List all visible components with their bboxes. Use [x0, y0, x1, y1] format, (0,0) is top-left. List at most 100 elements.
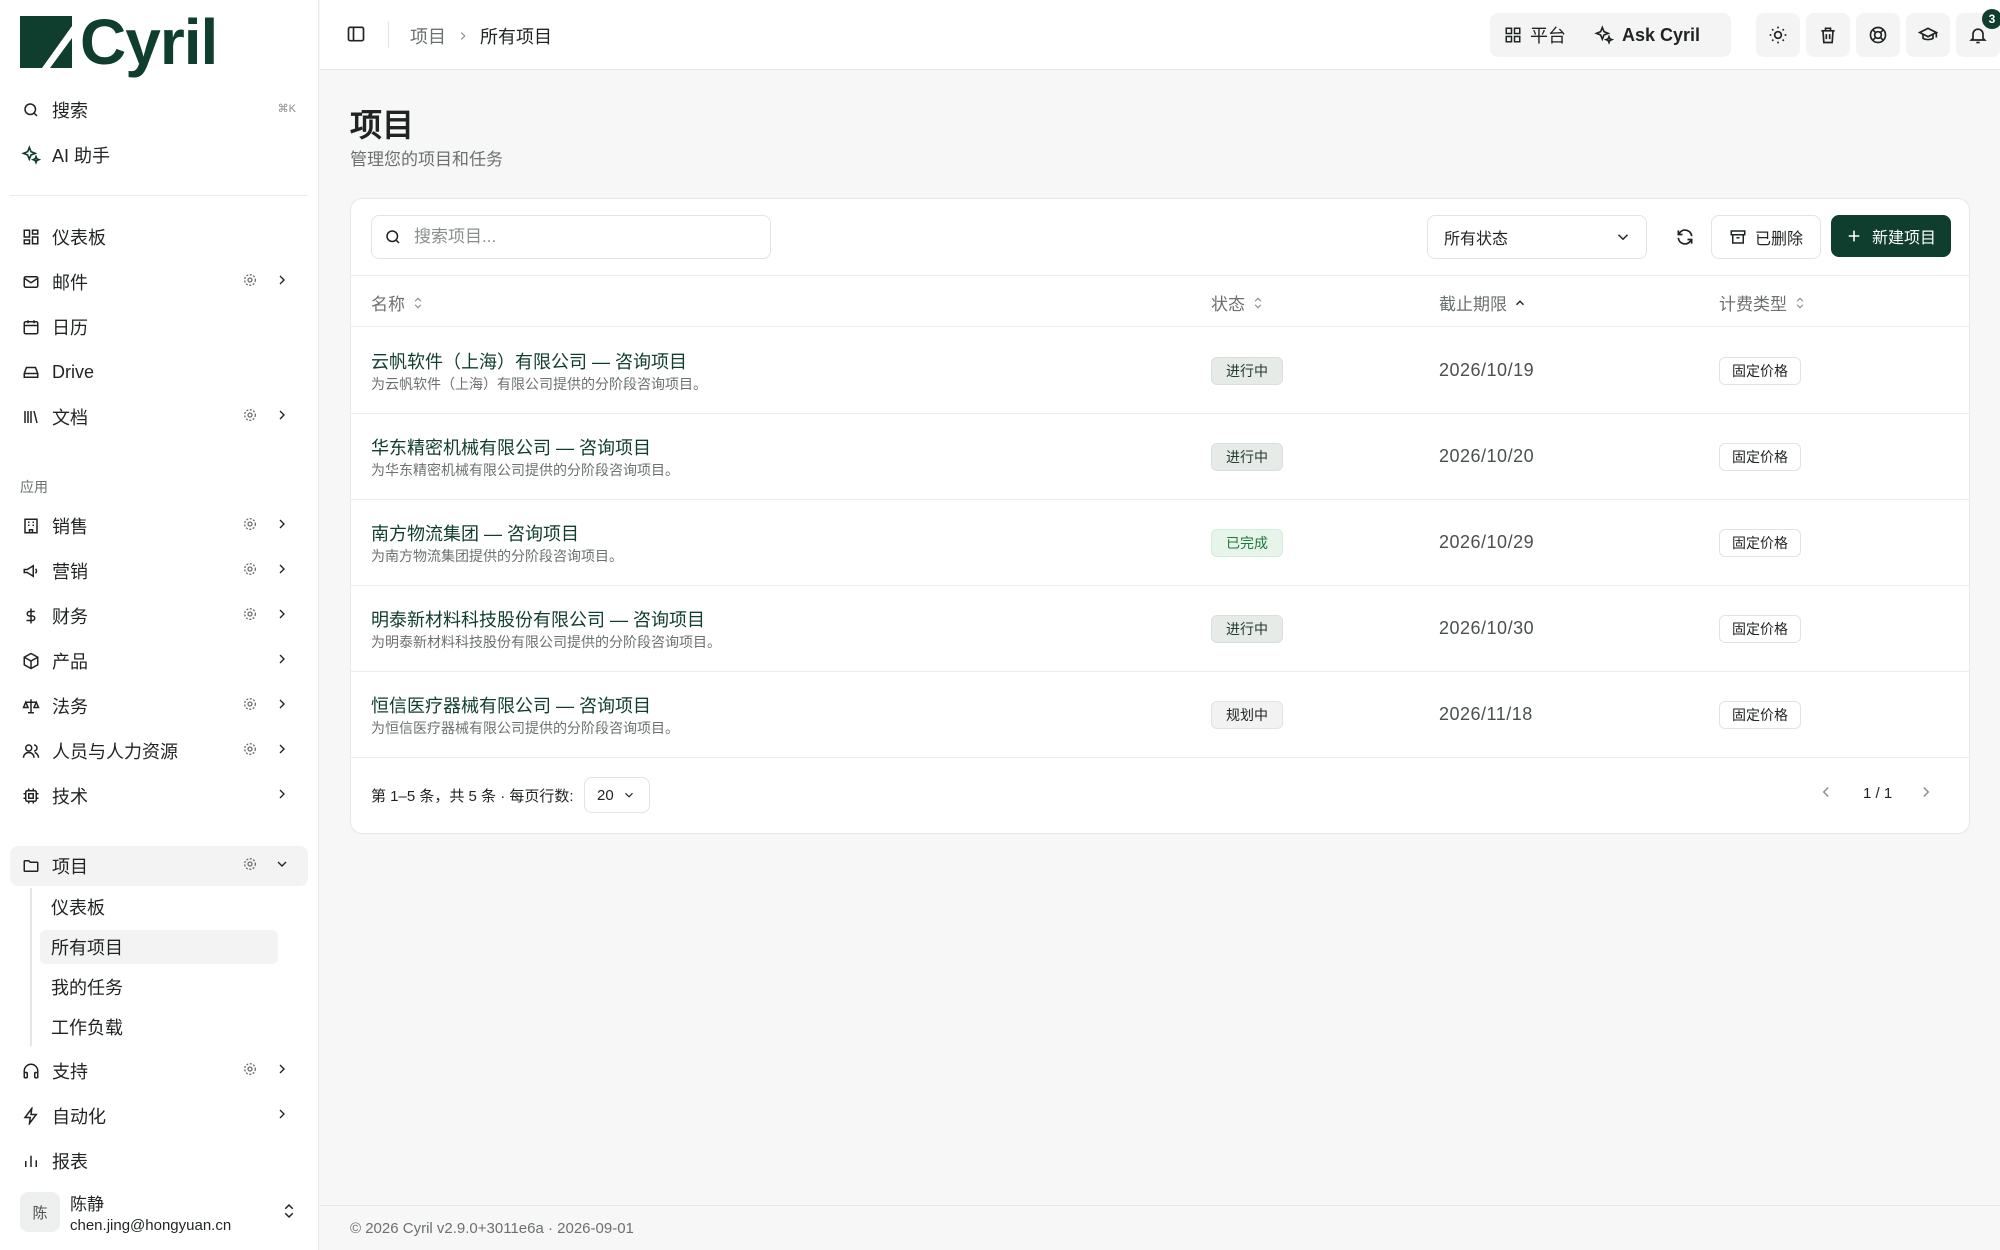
gear-icon[interactable]: [242, 696, 262, 716]
table-row[interactable]: 南方物流集团 — 咨询项目 为南方物流集团提供的分阶段咨询项目。 已完成 202…: [351, 500, 1969, 586]
trash-button[interactable]: [1806, 13, 1850, 57]
ask-cyril-button[interactable]: Ask Cyril: [1580, 13, 1714, 57]
platform-button[interactable]: 平台: [1490, 13, 1580, 57]
breadcrumb-projects[interactable]: 项目: [410, 23, 446, 49]
chevron-right-icon[interactable]: [274, 561, 294, 581]
sidebar-item-calendar[interactable]: 日历: [10, 307, 308, 347]
new-project-button[interactable]: 新建项目: [1831, 215, 1951, 257]
theme-toggle-button[interactable]: [1756, 13, 1800, 57]
gear-icon[interactable]: [242, 741, 262, 761]
sidebar-item-label: 产品: [52, 652, 88, 672]
next-page-button[interactable]: [1917, 783, 1935, 801]
sidebar-search[interactable]: 搜索 ⌘K: [10, 90, 308, 130]
sub-item-projects-dashboard[interactable]: 仪表板: [40, 890, 278, 924]
project-name-link[interactable]: 华东精密机械有限公司 — 咨询项目: [371, 434, 651, 460]
deadline-value: 2026/10/19: [1439, 360, 1535, 380]
sidebar-item-label: 法务: [52, 697, 88, 717]
column-header-name[interactable]: 名称: [371, 290, 425, 315]
sub-item-my-tasks[interactable]: 我的任务: [40, 970, 278, 1004]
chevron-right-icon[interactable]: [274, 272, 294, 292]
sidebar-search-label: 搜索: [52, 101, 88, 121]
sidebar-item-docs[interactable]: 文档: [10, 397, 308, 437]
gear-icon[interactable]: [242, 407, 262, 427]
sidebar-item-product[interactable]: 产品: [10, 641, 308, 681]
sidebar-item-people[interactable]: 人员与人力资源: [10, 731, 308, 771]
chevron-right-icon[interactable]: [274, 696, 294, 716]
chevron-right-icon[interactable]: [274, 407, 294, 427]
sidebar-item-legal[interactable]: 法务: [10, 686, 308, 726]
sidebar-item-marketing[interactable]: 营销: [10, 551, 308, 591]
search-icon: [386, 230, 400, 244]
rows-per-page-select[interactable]: 20: [584, 777, 650, 813]
previous-page-button[interactable]: [1817, 783, 1835, 801]
sidebar-item-label: 营销: [52, 562, 88, 582]
project-search[interactable]: [371, 215, 771, 259]
billing-badge: 固定价格: [1719, 443, 1801, 471]
gear-icon[interactable]: [242, 606, 262, 626]
help-button[interactable]: [1856, 13, 1900, 57]
gear-icon[interactable]: [242, 856, 262, 876]
project-name-link[interactable]: 云帆软件（上海）有限公司 — 咨询项目: [371, 348, 687, 374]
column-header-deadline[interactable]: 截止期限: [1439, 290, 1527, 315]
sidebar-item-tech[interactable]: 技术: [10, 776, 308, 816]
status-badge: 规划中: [1211, 701, 1283, 729]
sidebar-item-automation[interactable]: 自动化: [10, 1096, 308, 1136]
sidebar-toggle-icon[interactable]: [346, 24, 366, 44]
sidebar-item-dashboard[interactable]: 仪表板: [10, 217, 308, 257]
chevron-down-icon[interactable]: [274, 856, 294, 876]
graduation-cap-icon: [1918, 27, 1938, 41]
cyril-logo[interactable]: Cyril: [20, 10, 218, 74]
sidebar-ai-assistant[interactable]: AI 助手: [10, 135, 308, 175]
deleted-button[interactable]: 已删除: [1711, 215, 1821, 259]
projects-card: 所有状态 已删除 新建项目 名称 状态 截止期限 计费类型 云帆软件（上海）有限…: [350, 198, 1970, 834]
sidebar-item-finance[interactable]: 财务: [10, 596, 308, 636]
sidebar-item-mail[interactable]: 邮件: [10, 262, 308, 302]
project-name-link[interactable]: 恒信医疗器械有限公司 — 咨询项目: [371, 692, 651, 718]
sort-icon: [1796, 297, 1804, 308]
learning-button[interactable]: [1906, 13, 1950, 57]
sidebar-item-label: Drive: [52, 361, 95, 382]
chevron-right-icon[interactable]: [274, 741, 294, 761]
refresh-button[interactable]: [1663, 215, 1707, 259]
chevron-right-icon[interactable]: [274, 606, 294, 626]
sort-icon: [414, 297, 422, 308]
sub-item-all-projects[interactable]: 所有项目: [40, 930, 278, 964]
sidebar-item-sales[interactable]: 销售: [10, 506, 308, 546]
sub-item-workload[interactable]: 工作负载: [40, 1010, 278, 1044]
gear-icon[interactable]: [242, 516, 262, 536]
column-header-billing[interactable]: 计费类型: [1719, 290, 1807, 315]
table-row[interactable]: 云帆软件（上海）有限公司 — 咨询项目 为云帆软件（上海）有限公司提供的分阶段咨…: [351, 328, 1969, 414]
deadline-value: 2026/11/18: [1439, 704, 1533, 724]
project-name-link[interactable]: 明泰新材料科技股份有限公司 — 咨询项目: [371, 606, 705, 632]
notifications-button[interactable]: 3: [1956, 9, 2000, 57]
column-label: 名称: [371, 295, 405, 314]
column-header-status[interactable]: 状态: [1211, 290, 1265, 315]
search-input[interactable]: [414, 227, 744, 247]
table-row[interactable]: 明泰新材料科技股份有限公司 — 咨询项目 为明泰新材料科技股份有限公司提供的分阶…: [351, 586, 1969, 672]
footer-version: © 2026 Cyril v2.9.0+3011e6a · 2026-09-01: [350, 1220, 634, 1237]
sidebar-item-support[interactable]: 支持: [10, 1051, 308, 1091]
sidebar-item-projects[interactable]: 项目: [10, 846, 308, 886]
sidebar-item-drive[interactable]: Drive: [10, 352, 308, 392]
chevron-right-icon[interactable]: [274, 516, 294, 536]
gear-icon[interactable]: [242, 561, 262, 581]
sidebar-item-label: 财务: [52, 607, 88, 627]
chevron-right-icon[interactable]: [274, 786, 294, 806]
user-menu[interactable]: 陈 陈静 chen.jing@hongyuan.cn: [20, 1188, 310, 1236]
chevron-right-icon[interactable]: [274, 1106, 294, 1126]
sidebar-item-reports[interactable]: 报表: [10, 1141, 308, 1181]
status-filter-select[interactable]: 所有状态: [1427, 215, 1647, 259]
chevron-right-icon: [456, 29, 470, 43]
chevron-right-icon[interactable]: [274, 1061, 294, 1081]
gear-icon[interactable]: [242, 272, 262, 292]
table-row[interactable]: 华东精密机械有限公司 — 咨询项目 为华东精密机械有限公司提供的分阶段咨询项目。…: [351, 414, 1969, 500]
table-row[interactable]: 恒信医疗器械有限公司 — 咨询项目 为恒信医疗器械有限公司提供的分阶段咨询项目。…: [351, 672, 1969, 758]
project-description: 为明泰新材料科技股份有限公司提供的分阶段咨询项目。: [371, 634, 721, 650]
project-name-link[interactable]: 南方物流集团 — 咨询项目: [371, 520, 579, 546]
rows-per-page-value: 20: [597, 786, 614, 804]
gear-icon[interactable]: [242, 1061, 262, 1081]
chevron-right-icon[interactable]: [274, 651, 294, 671]
apps-section-label: 应用: [20, 479, 48, 495]
sparkles-icon: [1594, 25, 1614, 45]
sidebar-item-label: 技术: [52, 787, 88, 807]
